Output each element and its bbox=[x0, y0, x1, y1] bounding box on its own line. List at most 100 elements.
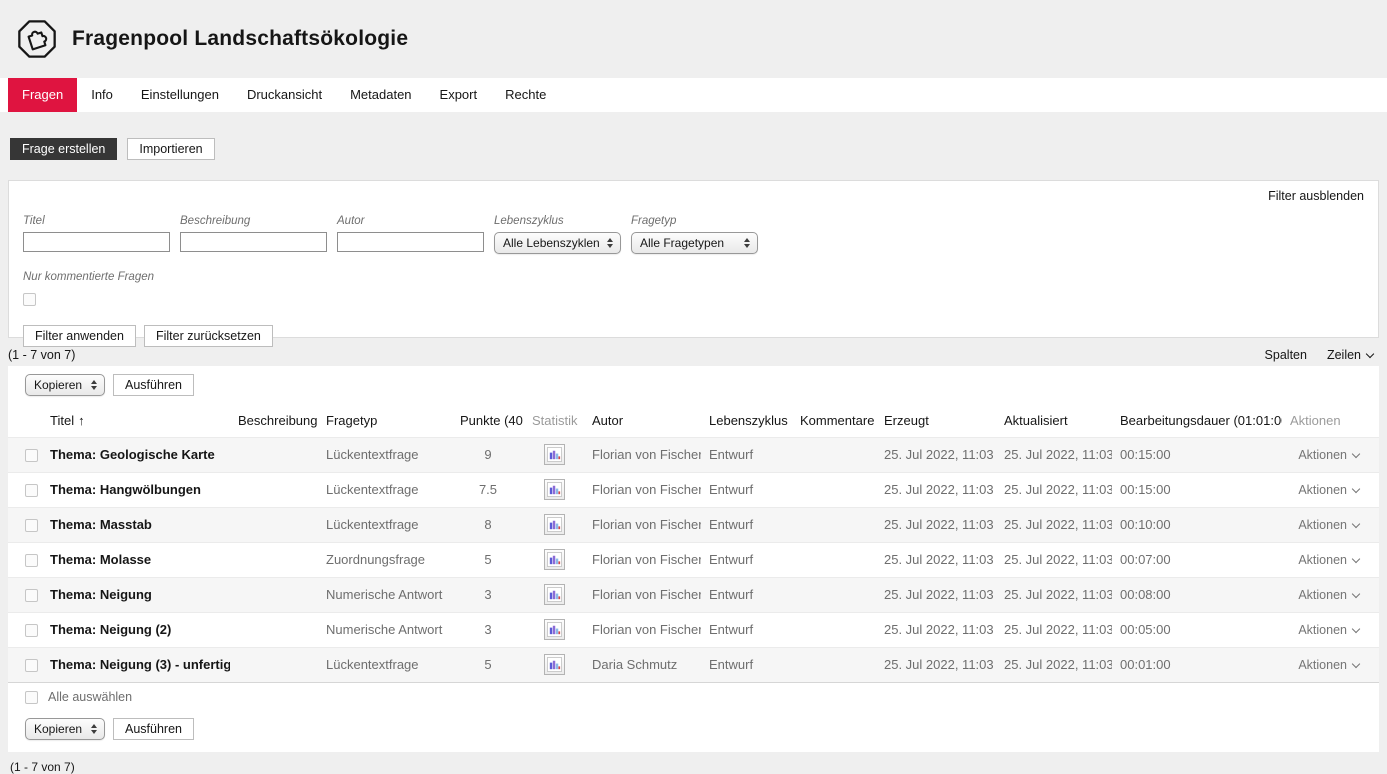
apply-filter-button[interactable]: Filter anwenden bbox=[23, 325, 136, 347]
question-title[interactable]: Thema: Neigung bbox=[42, 577, 230, 612]
bulk-action-value-top: Kopieren bbox=[34, 378, 82, 392]
execute-button-bottom[interactable]: Ausführen bbox=[113, 718, 194, 740]
bar-chart-icon bbox=[547, 657, 562, 672]
app-header: Fragenpool Landschaftsökologie bbox=[0, 0, 1387, 78]
row-actions-dropdown[interactable]: Aktionen bbox=[1298, 518, 1359, 532]
lifecycle-select[interactable]: Alle Lebenszyklen bbox=[494, 232, 621, 254]
tab-bar: Fragen Info Einstellungen Druckansicht M… bbox=[0, 78, 1387, 112]
select-updown-icon bbox=[744, 238, 750, 248]
bar-chart-icon bbox=[547, 447, 562, 462]
question-title[interactable]: Thema: Geologische Karte bbox=[42, 437, 230, 472]
author-filter-input[interactable] bbox=[337, 232, 484, 252]
filter-fields-row: Titel Beschreibung Autor Lebenszyklus Al… bbox=[23, 215, 1364, 254]
question-duration: 00:07:00 bbox=[1112, 542, 1282, 577]
statistics-button[interactable] bbox=[544, 549, 565, 570]
row-checkbox[interactable] bbox=[25, 554, 38, 567]
row-checkbox[interactable] bbox=[25, 519, 38, 532]
reset-filter-button[interactable]: Filter zurücksetzen bbox=[144, 325, 273, 347]
statistics-button[interactable] bbox=[544, 444, 565, 465]
statistics-button[interactable] bbox=[544, 584, 565, 605]
question-comments bbox=[792, 612, 876, 647]
questiontype-select[interactable]: Alle Fragetypen bbox=[631, 232, 758, 254]
tab-metadaten[interactable]: Metadaten bbox=[336, 78, 425, 112]
tab-export[interactable]: Export bbox=[426, 78, 492, 112]
question-title[interactable]: Thema: Masstab bbox=[42, 507, 230, 542]
statistics-button[interactable] bbox=[544, 619, 565, 640]
lifecycle-filter-label: Lebenszyklus bbox=[494, 215, 621, 227]
statistics-button[interactable] bbox=[544, 514, 565, 535]
question-points: 5 bbox=[452, 542, 524, 577]
column-header-aktualisiert[interactable]: Aktualisiert bbox=[996, 404, 1112, 437]
columns-menu[interactable]: Spalten bbox=[1265, 348, 1307, 362]
column-header-erzeugt[interactable]: Erzeugt bbox=[876, 404, 996, 437]
bulk-action-select-top[interactable]: Kopieren bbox=[25, 374, 105, 396]
description-filter-label: Beschreibung bbox=[180, 215, 327, 227]
create-question-button[interactable]: Frage erstellen bbox=[10, 138, 117, 160]
question-title[interactable]: Thema: Neigung (2) bbox=[42, 612, 230, 647]
select-all-row: Alle auswählen bbox=[8, 682, 1379, 710]
table-row: Thema: Hangwölbungen Lückentextfrage 7.5… bbox=[8, 472, 1379, 507]
column-header-titel[interactable]: Titel↑ bbox=[42, 404, 230, 437]
question-description bbox=[230, 542, 318, 577]
bar-chart-icon bbox=[547, 587, 562, 602]
filter-field-author: Autor bbox=[337, 215, 484, 252]
question-title[interactable]: Thema: Hangwölbungen bbox=[42, 472, 230, 507]
chevron-down-icon bbox=[1352, 625, 1360, 633]
tab-rechte[interactable]: Rechte bbox=[491, 78, 560, 112]
column-header-aktionen: Aktionen bbox=[1282, 404, 1379, 437]
rows-menu[interactable]: Zeilen bbox=[1327, 348, 1373, 362]
column-header-kommentare[interactable]: Kommentare bbox=[792, 404, 876, 437]
row-actions-dropdown[interactable]: Aktionen bbox=[1298, 588, 1359, 602]
filter-buttons: Filter anwenden Filter zurücksetzen bbox=[23, 325, 1364, 347]
sort-ascending-icon: ↑ bbox=[78, 413, 85, 428]
row-actions-dropdown[interactable]: Aktionen bbox=[1298, 483, 1359, 497]
row-checkbox[interactable] bbox=[25, 624, 38, 637]
statistics-button[interactable] bbox=[544, 654, 565, 675]
row-actions-dropdown[interactable]: Aktionen bbox=[1298, 658, 1359, 672]
question-points: 9 bbox=[452, 437, 524, 472]
question-lifecycle: Entwurf bbox=[701, 612, 792, 647]
statistics-button[interactable] bbox=[544, 479, 565, 500]
question-created: 25. Jul 2022, 11:03 bbox=[876, 577, 996, 612]
tab-fragen[interactable]: Fragen bbox=[8, 78, 77, 112]
column-header-lebenszyklus[interactable]: Lebenszyklus bbox=[701, 404, 792, 437]
row-actions-label: Aktionen bbox=[1298, 518, 1347, 532]
column-header-autor[interactable]: Autor bbox=[584, 404, 701, 437]
row-checkbox[interactable] bbox=[25, 449, 38, 462]
tab-info[interactable]: Info bbox=[77, 78, 127, 112]
bulk-action-select-bottom[interactable]: Kopieren bbox=[25, 718, 105, 740]
column-header-punkte[interactable]: Punkte (40.5) bbox=[452, 404, 524, 437]
row-checkbox[interactable] bbox=[25, 589, 38, 602]
chevron-down-icon bbox=[1352, 590, 1360, 598]
question-title[interactable]: Thema: Molasse bbox=[42, 542, 230, 577]
column-header-beschreibung[interactable]: Beschreibung bbox=[230, 404, 318, 437]
row-checkbox[interactable] bbox=[25, 659, 38, 672]
commented-only-checkbox[interactable] bbox=[23, 293, 36, 306]
chevron-down-icon bbox=[1352, 520, 1360, 528]
bar-chart-icon bbox=[547, 622, 562, 637]
select-all-checkbox[interactable] bbox=[25, 691, 38, 704]
description-filter-input[interactable] bbox=[180, 232, 327, 252]
rows-menu-label: Zeilen bbox=[1327, 348, 1361, 362]
chevron-down-icon bbox=[1366, 350, 1374, 358]
tab-einstellungen[interactable]: Einstellungen bbox=[127, 78, 233, 112]
import-button[interactable]: Importieren bbox=[127, 138, 214, 160]
filter-field-description: Beschreibung bbox=[180, 215, 327, 252]
tab-druckansicht[interactable]: Druckansicht bbox=[233, 78, 336, 112]
column-header-fragetyp[interactable]: Fragetyp bbox=[318, 404, 452, 437]
question-comments bbox=[792, 647, 876, 682]
row-actions-dropdown[interactable]: Aktionen bbox=[1298, 623, 1359, 637]
row-actions-dropdown[interactable]: Aktionen bbox=[1298, 448, 1359, 462]
row-actions-label: Aktionen bbox=[1298, 553, 1347, 567]
question-title[interactable]: Thema: Neigung (3) - unfertig bbox=[42, 647, 230, 682]
row-checkbox[interactable] bbox=[25, 484, 38, 497]
question-author: Florian von Fischer bbox=[584, 472, 701, 507]
execute-button-top[interactable]: Ausführen bbox=[113, 374, 194, 396]
filter-panel: Filter ausblenden Titel Beschreibung Aut… bbox=[8, 180, 1379, 338]
row-actions-dropdown[interactable]: Aktionen bbox=[1298, 553, 1359, 567]
table-row: Thema: Masstab Lückentextfrage 8 Florian… bbox=[8, 507, 1379, 542]
question-comments bbox=[792, 472, 876, 507]
title-filter-input[interactable] bbox=[23, 232, 170, 252]
column-header-bearbeitungsdauer[interactable]: Bearbeitungsdauer (01:01:00) bbox=[1112, 404, 1282, 437]
hide-filter-link[interactable]: Filter ausblenden bbox=[1268, 189, 1364, 203]
